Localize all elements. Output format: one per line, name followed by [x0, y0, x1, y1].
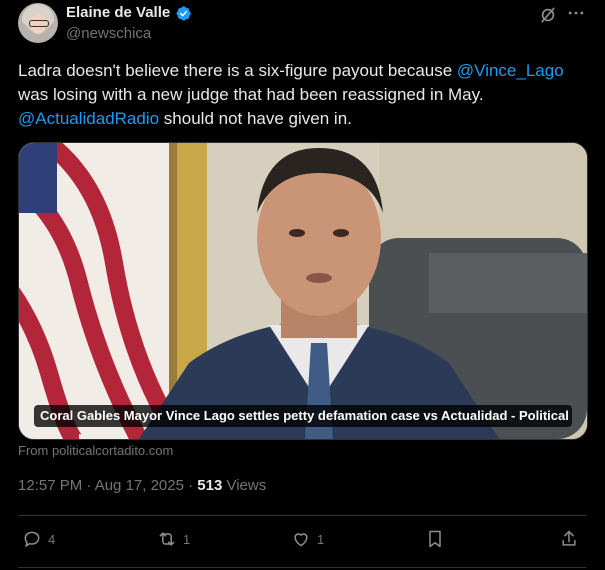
reply-icon	[24, 531, 40, 548]
reply-button[interactable]: 4	[22, 527, 55, 551]
verified-badge-icon	[176, 6, 191, 21]
views-label: Views	[222, 477, 267, 494]
bookmark-icon	[429, 530, 441, 548]
repost-icon	[159, 532, 175, 546]
like-button[interactable]: 1	[291, 527, 324, 551]
share-button[interactable]	[559, 527, 579, 551]
author-handle[interactable]: @newschica	[66, 25, 151, 42]
tweet: Elaine de Valle @newschica Ladra doesn't…	[0, 0, 605, 570]
repost-button[interactable]: 1	[157, 527, 190, 551]
tweet-text-segment: should not have given in.	[159, 109, 352, 128]
grok-icon[interactable]	[538, 5, 558, 25]
tweet-text: Ladra doesn't believe there is a six-fig…	[18, 59, 590, 131]
share-icon	[562, 530, 576, 546]
link-card-caption[interactable]: Coral Gables Mayor Vince Lago settles pe…	[34, 405, 572, 427]
mention-link[interactable]: @ActualidadRadio	[18, 109, 159, 128]
reply-count: 4	[48, 531, 56, 547]
bookmark-button[interactable]	[425, 527, 445, 551]
tweet-meta: 12:57 PM · Aug 17, 2025 · 513 Views	[18, 477, 266, 494]
tweet-text-segment: was losing with a new judge that had bee…	[18, 85, 484, 104]
like-icon	[294, 533, 308, 547]
views-count: 513	[197, 477, 223, 494]
mention-link[interactable]: @Vince_Lago	[457, 61, 564, 80]
link-card-image[interactable]	[18, 142, 588, 440]
author-name[interactable]: Elaine de Valle	[66, 4, 170, 21]
avatar[interactable]	[18, 3, 58, 43]
tweet-text-segment: Ladra doesn't believe there is a six-fig…	[18, 61, 457, 80]
mayor-photo	[19, 143, 587, 439]
link-source[interactable]: From politicalcortadito.com	[18, 443, 173, 458]
repost-count: 1	[183, 531, 191, 547]
like-count: 1	[317, 531, 325, 547]
more-icon[interactable]	[566, 3, 586, 23]
divider	[18, 567, 586, 568]
timestamp[interactable]: 12:57 PM · Aug 17, 2025 ·	[18, 477, 197, 494]
divider	[18, 515, 586, 516]
